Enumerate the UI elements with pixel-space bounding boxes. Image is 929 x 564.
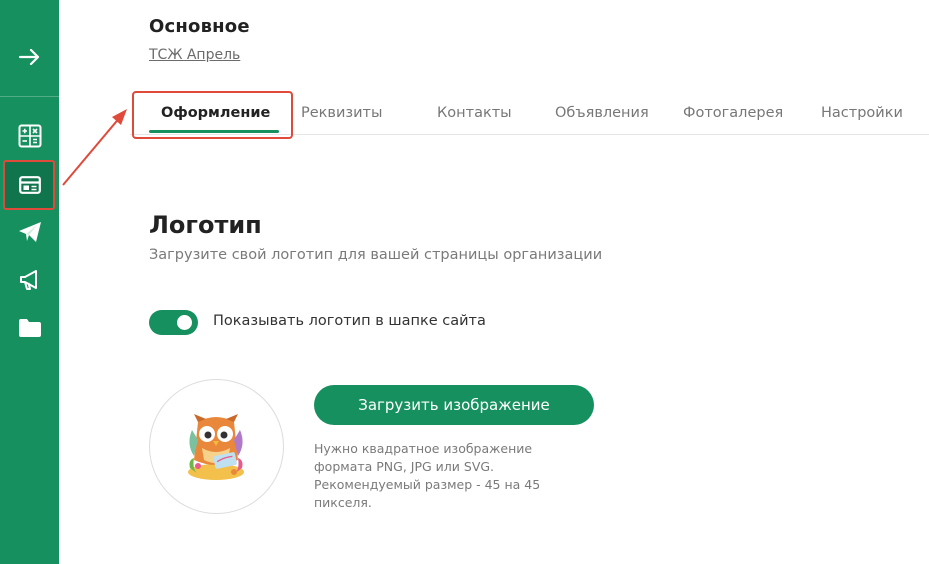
sidebar: [0, 0, 59, 564]
tab-announcements[interactable]: Объявления: [555, 105, 649, 121]
sidebar-divider: [0, 96, 59, 97]
logo-section-subtitle: Загрузите свой логотип для вашей страниц…: [149, 247, 603, 263]
telegram-icon: [18, 222, 41, 242]
upload-hint-line: формата PNG, JPG или SVG.: [314, 459, 495, 474]
megaphone-icon: [19, 270, 37, 290]
show-logo-toggle-label: Показывать логотип в шапке сайта: [213, 313, 486, 329]
tab-photo-gallery[interactable]: Фотогалерея: [683, 105, 783, 121]
sidebar-item-announcements[interactable]: [0, 260, 59, 300]
upload-hint-line: пикселя.: [314, 495, 372, 510]
sidebar-item-page-design[interactable]: [0, 165, 59, 205]
sidebar-item-files[interactable]: [0, 308, 59, 348]
organization-link[interactable]: ТСЖ Апрель: [149, 47, 240, 63]
tab-settings[interactable]: Настройки: [821, 105, 903, 121]
sidebar-expand-button[interactable]: [0, 37, 59, 77]
sidebar-item-calculator[interactable]: [0, 116, 59, 156]
tab-requisites[interactable]: Реквизиты: [301, 105, 382, 121]
owl-logo-image: [188, 414, 244, 480]
tab-annotation-highlight: [132, 91, 293, 139]
upload-hint-line: Нужно квадратное изображение: [314, 441, 533, 456]
logo-section-title: Логотип: [149, 211, 262, 239]
arrow-right-icon: [18, 48, 39, 66]
tab-contacts[interactable]: Контакты: [437, 105, 512, 121]
upload-hint: Нужно квадратное изображение формата PNG…: [314, 440, 564, 512]
toggle-knob: [177, 315, 192, 330]
folder-icon: [18, 319, 41, 337]
page-title: Основное: [149, 16, 250, 37]
sidebar-item-messages[interactable]: [0, 212, 59, 252]
show-logo-toggle[interactable]: [149, 310, 198, 335]
upload-image-button[interactable]: Загрузить изображение: [314, 385, 594, 425]
page-layout-icon: [18, 176, 41, 194]
page-header: [59, 0, 929, 90]
upload-hint-line: Рекомендуемый размер - 45 на 45: [314, 477, 541, 492]
calculator-icon: [18, 124, 41, 148]
